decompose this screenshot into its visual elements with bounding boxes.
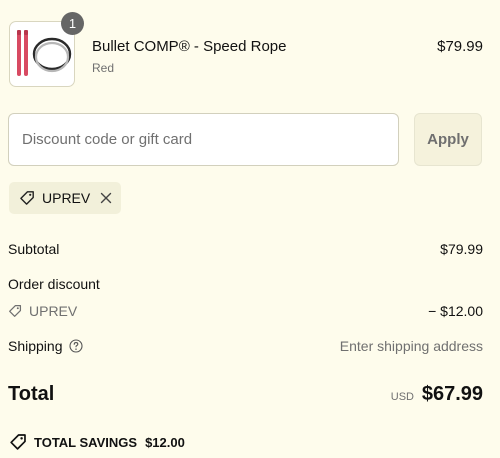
apply-button[interactable]: Apply [414, 113, 482, 166]
tag-icon [10, 434, 26, 450]
currency-code: USD [390, 391, 414, 403]
total-savings: TOTAL SAVINGS $12.00 [9, 433, 185, 451]
shipping-label: Shipping [8, 338, 63, 354]
tag-icon [19, 190, 35, 206]
discount-code-row: UPREV [8, 303, 77, 319]
discount-value: − $12.00 [428, 303, 483, 319]
discount-code-input[interactable] [8, 113, 399, 166]
shipping-row: Shipping [8, 338, 83, 354]
quantity-badge: 1 [61, 12, 84, 35]
discount-code-label: UPREV [29, 303, 78, 319]
subtotal-label: Subtotal [8, 241, 60, 257]
close-icon [101, 192, 112, 204]
total-amount: $67.99 [421, 383, 483, 405]
product-name: Bullet COMP® - Speed Rope [92, 38, 287, 55]
applied-code-label: UPREV [42, 190, 91, 206]
tag-icon [9, 304, 22, 317]
remove-discount-button[interactable] [100, 192, 112, 204]
applied-discount-tag: UPREV [9, 182, 121, 214]
subtotal-value: $79.99 [440, 241, 483, 257]
total-label: Total [8, 383, 55, 405]
savings-amount: $12.00 [145, 434, 185, 450]
order-discount-label: Order discount [8, 276, 100, 292]
product-variant: Red [92, 61, 115, 75]
savings-label: TOTAL SAVINGS [34, 434, 138, 450]
product-price: $79.99 [437, 38, 483, 55]
shipping-value: Enter shipping address [339, 338, 483, 354]
help-circle-icon[interactable] [68, 339, 83, 353]
